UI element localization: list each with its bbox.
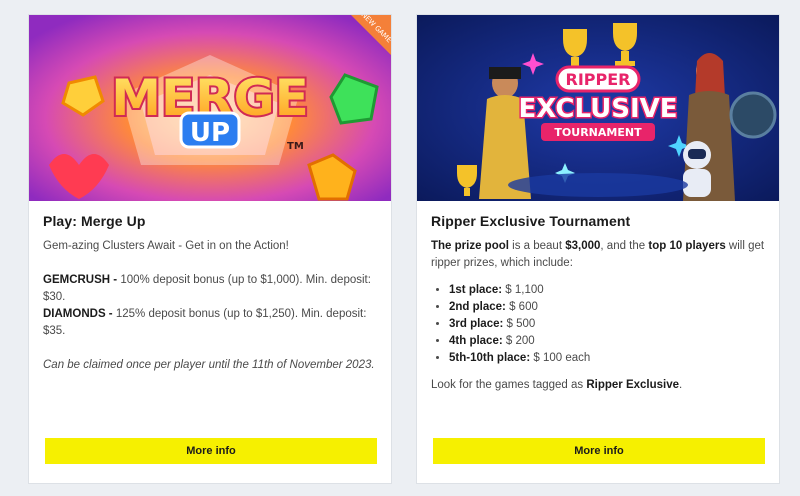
- card-title: Play: Merge Up: [43, 213, 146, 229]
- offer-code: GEMCRUSH -: [43, 274, 118, 286]
- promo-card-ripper-tournament: RIPPER EXCLUSIVE TOURNAMENT Ripper Exclu…: [416, 14, 780, 484]
- card-title: Ripper Exclusive Tournament: [431, 213, 631, 229]
- prize-item: 2nd place: $ 600: [449, 299, 765, 316]
- merge-up-banner[interactable]: MERGE UP TM NEW GAME: [29, 15, 391, 201]
- shield-icon: [729, 91, 777, 139]
- prize-item: 5th-10th place: $ 100 each: [449, 350, 765, 367]
- tournament-footer: Look for the games tagged as Ripper Excl…: [431, 379, 683, 391]
- prize-item: 1st place: $ 1,100: [449, 282, 765, 299]
- offer-gemcrush: GEMCRUSH - 100% deposit bonus (up to $1,…: [43, 274, 371, 303]
- ripper-logo-text: RIPPER: [566, 70, 631, 89]
- prize-item: 3rd place: $ 500: [449, 316, 765, 333]
- more-info-button[interactable]: More info: [433, 438, 765, 464]
- exclusive-logo-text: EXCLUSIVE: [519, 94, 678, 124]
- offer-diamonds: DIAMONDS - 125% deposit bonus (up to $1,…: [43, 308, 367, 337]
- up-logo-text: UP: [190, 118, 230, 148]
- claim-note: Can be claimed once per player until the…: [43, 359, 375, 371]
- card-subtitle: Gem-azing Clusters Await - Get in on the…: [43, 240, 289, 252]
- prize-item: 4th place: $ 200: [449, 333, 765, 350]
- promo-card-merge-up: MERGE UP TM NEW GAME Play: Merge Up Gem-…: [28, 14, 392, 484]
- offer-code: DIAMONDS -: [43, 308, 113, 320]
- tournament-logo-text: TOURNAMENT: [554, 126, 642, 139]
- ripper-tournament-banner[interactable]: RIPPER EXCLUSIVE TOURNAMENT: [417, 15, 779, 201]
- prize-list: 1st place: $ 1,100 2nd place: $ 600 3rd …: [431, 282, 765, 367]
- svg-text:TM: TM: [287, 141, 304, 152]
- tournament-intro: The prize pool is a beaut $3,000, and th…: [431, 240, 765, 269]
- more-info-button[interactable]: More info: [45, 438, 377, 464]
